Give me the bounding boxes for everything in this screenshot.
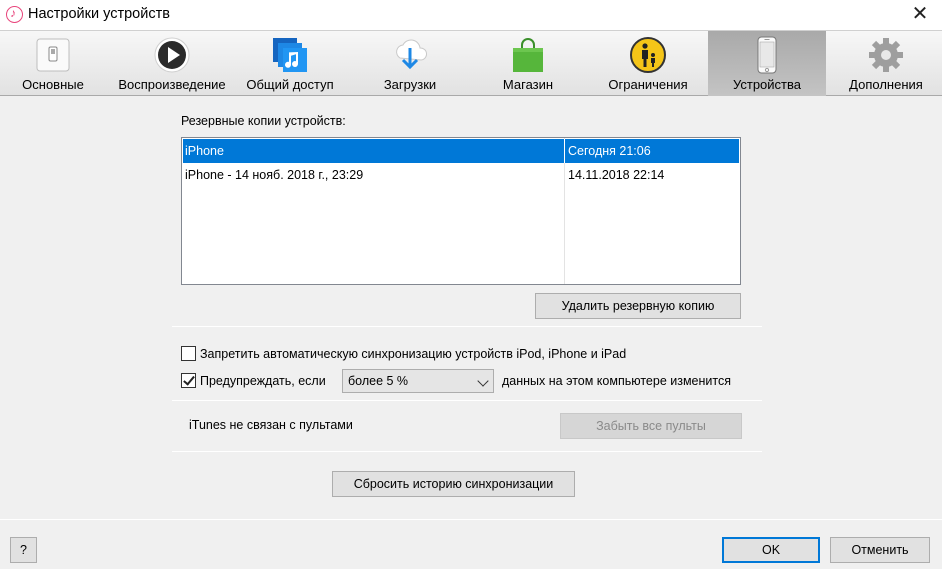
divider bbox=[172, 400, 762, 401]
backups-table[interactable]: iPhone Сегодня 21:06 iPhone - 14 нояб. 2… bbox=[181, 137, 741, 285]
tab-label: Дополнения bbox=[849, 77, 923, 92]
tab-label: Ограничения bbox=[608, 77, 688, 92]
backup-date: Сегодня 21:06 bbox=[568, 144, 651, 158]
window-title: Настройки устройств bbox=[28, 6, 170, 22]
cancel-button[interactable]: Отменить bbox=[830, 537, 930, 563]
backup-date: 14.11.2018 22:14 bbox=[568, 168, 665, 182]
tab-label: Устройства bbox=[732, 77, 801, 92]
divider bbox=[172, 451, 762, 452]
iphone-icon bbox=[757, 36, 777, 74]
tab-label: Загрузки bbox=[383, 77, 437, 92]
play-icon bbox=[154, 37, 190, 73]
table-row[interactable]: iPhone Сегодня 21:06 bbox=[183, 139, 739, 163]
backup-name: iPhone - 14 нояб. 2018 г., 23:29 bbox=[185, 168, 364, 182]
itunes-icon bbox=[6, 6, 23, 23]
divider bbox=[172, 326, 762, 327]
tab-label: Общий доступ bbox=[246, 77, 334, 92]
cloud-download-icon bbox=[396, 39, 427, 70]
warn-label: Предупреждать, если bbox=[200, 374, 326, 388]
ok-button[interactable]: OK bbox=[722, 537, 820, 563]
tab-sharing[interactable]: Общий доступ bbox=[238, 31, 342, 96]
preferences-toolbar: Основные Воспроизведение Общий доступ За… bbox=[0, 30, 942, 96]
shopping-bag-icon bbox=[513, 38, 543, 72]
tab-store[interactable]: Магазин bbox=[476, 31, 580, 96]
switch-icon bbox=[36, 38, 70, 72]
title-bar: Настройки устройств ✕ bbox=[0, 0, 942, 30]
tab-advanced[interactable]: Дополнения bbox=[834, 31, 938, 96]
tab-general[interactable]: Основные bbox=[0, 31, 106, 96]
tab-devices[interactable]: Устройства bbox=[708, 31, 826, 96]
tab-label: Основные bbox=[22, 77, 84, 92]
tab-playback[interactable]: Воспроизведение bbox=[108, 31, 236, 96]
backup-name: iPhone bbox=[185, 144, 224, 158]
prevent-auto-sync-checkbox[interactable] bbox=[181, 346, 196, 361]
warn-threshold-select[interactable]: более 5 % bbox=[342, 369, 494, 393]
tab-restrictions[interactable]: Ограничения bbox=[596, 31, 700, 96]
delete-backup-button[interactable]: Удалить резервную копию bbox=[535, 293, 741, 319]
chevron-down-icon bbox=[477, 375, 489, 387]
tab-label: Магазин bbox=[502, 77, 554, 92]
remotes-status: iTunes не связан с пультами bbox=[189, 418, 353, 432]
shared-music-icon bbox=[273, 38, 307, 72]
forget-remotes-button[interactable]: Забыть все пульты bbox=[560, 413, 742, 439]
close-button[interactable]: ✕ bbox=[906, 1, 934, 27]
backups-heading: Резервные копии устройств: bbox=[181, 114, 346, 128]
help-button[interactable]: ? bbox=[10, 537, 37, 563]
divider bbox=[0, 519, 942, 520]
table-row[interactable]: iPhone - 14 нояб. 2018 г., 23:29 14.11.2… bbox=[183, 163, 739, 187]
warn-suffix-label: данных на этом компьютере изменится bbox=[502, 374, 731, 388]
selected-option: более 5 % bbox=[348, 374, 409, 388]
gear-icon bbox=[869, 38, 903, 72]
tab-downloads[interactable]: Загрузки bbox=[358, 31, 462, 96]
tab-label: Воспроизведение bbox=[118, 77, 226, 92]
parental-controls-icon bbox=[630, 37, 666, 73]
warn-checkbox[interactable] bbox=[181, 373, 196, 388]
prevent-auto-sync-label: Запретить автоматическую синхронизацию у… bbox=[200, 347, 627, 361]
reset-sync-history-button[interactable]: Сбросить историю синхронизации bbox=[332, 471, 575, 497]
